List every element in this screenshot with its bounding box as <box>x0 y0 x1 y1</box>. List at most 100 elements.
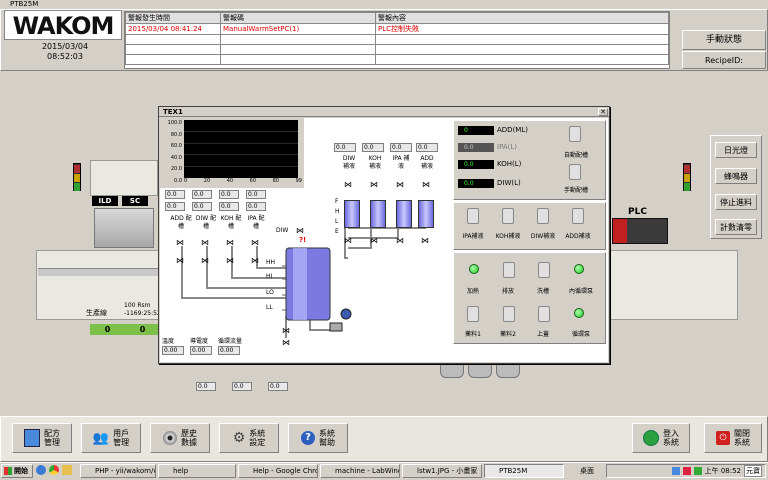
settings-button[interactable]: ⚙ 系統 設定 <box>219 423 279 453</box>
add-refill-switch[interactable] <box>572 208 584 224</box>
valve-icon[interactable]: ⋈ <box>176 256 184 265</box>
readout-add-value: 0 <box>458 125 494 135</box>
date-text: 2015/03/04 <box>41 42 89 51</box>
ipa-refill-switch[interactable] <box>467 208 479 224</box>
folder-icon[interactable] <box>62 465 72 475</box>
supply-value[interactable]: 0.0 <box>390 143 412 152</box>
chrome-icon[interactable] <box>49 465 59 475</box>
level-ll: LL <box>266 304 273 311</box>
valve-icon[interactable]: ⋈ <box>226 238 234 247</box>
conductivity-value[interactable]: 0.00 <box>190 346 212 355</box>
tray-icon[interactable] <box>682 467 691 475</box>
valve-icon[interactable]: ⋈ <box>421 236 429 245</box>
recipe-id-label: RecipeID: <box>705 55 743 65</box>
valve-icon[interactable]: ⋈ <box>282 326 290 335</box>
temp-label: 溫度 <box>162 338 175 345</box>
users-button[interactable]: 👥 用戶 管理 <box>81 423 141 453</box>
alarm-content-cell: PLC控制失敗 <box>375 23 669 35</box>
valve-icon[interactable]: ⋈ <box>422 180 430 189</box>
dialog-title: TEX1 <box>163 108 183 116</box>
level-hh: HH <box>266 259 276 266</box>
alarm-code-cell: ManualWarmSetPC(1) <box>220 23 376 35</box>
buzzer-button[interactable]: 蜂鳴器 <box>715 168 757 184</box>
chem1-switch[interactable] <box>467 306 479 322</box>
stop-feed-button[interactable]: 停止進料 <box>715 194 757 210</box>
valve-icon[interactable]: ⋈ <box>176 238 184 247</box>
dialog-titlebar[interactable]: TEX1 <box>159 107 609 117</box>
inner-pump-label: 內循環泵 <box>568 288 593 295</box>
taskbar-item[interactable]: help <box>158 464 236 478</box>
logo: WAKOM <box>4 10 122 40</box>
valve-icon[interactable]: ⋈ <box>370 180 378 189</box>
conductivity-label: 導電度 <box>190 338 209 345</box>
taskbar-item[interactable]: PHP - yii/wakom/we... <box>80 464 156 478</box>
readout-koh-label: KOH(L) <box>497 160 522 168</box>
ime-indicator[interactable]: 元寶 <box>744 465 762 477</box>
readout-ipa-label: IPA(L) <box>497 143 517 151</box>
dialog-close-button[interactable]: ✕ <box>598 108 608 116</box>
alarm-header-row: 警報發生時間 警報碼 警報內容 <box>125 12 669 24</box>
circ-pump-led[interactable] <box>574 308 584 318</box>
wash-switch[interactable] <box>538 262 550 278</box>
alarm-col-time[interactable]: 警報發生時間 <box>125 12 221 24</box>
diw-refill-switch[interactable] <box>537 208 549 224</box>
level-f: F <box>335 198 339 205</box>
pump <box>329 308 352 332</box>
inner-pump-led[interactable] <box>574 264 584 274</box>
lid-switch[interactable] <box>538 306 550 322</box>
chem2-switch[interactable] <box>503 306 515 322</box>
heat-led[interactable] <box>469 264 479 274</box>
light-button[interactable]: 日光燈 <box>715 142 757 158</box>
valve-icon[interactable]: ⋈ <box>344 236 352 245</box>
auto-mix-switch[interactable] <box>569 126 581 142</box>
valve-icon[interactable]: ⋈ <box>282 338 290 347</box>
ie-icon[interactable] <box>36 465 46 475</box>
alarm-table[interactable]: 警報發生時間 警報碼 警報內容 2015/03/04 08:41:24 Manu… <box>125 12 669 65</box>
taskbar-item-active[interactable]: PTB25M <box>484 464 564 478</box>
value-field[interactable]: 0.0 <box>232 382 252 391</box>
help-button[interactable]: ? 系統 幫助 <box>288 423 348 453</box>
valve-icon[interactable]: ⋈ <box>251 238 259 247</box>
clock[interactable]: 上午 08:52 <box>705 466 741 476</box>
flow-value[interactable]: 0.00 <box>218 346 240 355</box>
taskbar-item[interactable]: Help - Google Chro... <box>238 464 318 478</box>
valve-icon[interactable]: ⋈ <box>201 256 209 265</box>
tray-icon[interactable] <box>671 467 680 475</box>
alarm-time-cell: 2015/03/04 08:41:24 <box>125 23 221 35</box>
alarm-col-content[interactable]: 警報內容 <box>375 12 669 24</box>
taskbar-item[interactable]: machine - LabWind... <box>320 464 400 478</box>
login-button[interactable]: 登入 系統 <box>632 423 690 453</box>
settings-icon: ⚙ <box>232 429 246 446</box>
temp-value[interactable]: 0.00 <box>162 346 184 355</box>
manual-mix-switch[interactable] <box>569 164 581 180</box>
supply-tank-diw <box>344 200 360 228</box>
supply-value[interactable]: 0.0 <box>334 143 356 152</box>
reset-count-button[interactable]: 計數清零 <box>715 219 757 235</box>
supply-value[interactable]: 0.0 <box>362 143 384 152</box>
valve-icon[interactable]: ⋈ <box>201 238 209 247</box>
valve-icon[interactable]: ⋈ <box>226 256 234 265</box>
valve-icon[interactable]: ⋈ <box>370 236 378 245</box>
valve-icon[interactable]: ⋈ <box>396 180 404 189</box>
alarm-col-code[interactable]: 警報碼 <box>220 12 376 24</box>
value-field[interactable]: 0.0 <box>268 382 288 391</box>
system-tray: 上午 08:52 元寶 <box>606 464 766 478</box>
valve-icon[interactable]: ⋈ <box>251 256 259 265</box>
start-button[interactable]: 開始 <box>1 464 33 478</box>
readout-row: 0 ADD(ML) <box>458 125 528 135</box>
history-button[interactable]: 歷史 數據 <box>150 423 210 453</box>
desktop-toolbar[interactable]: 桌面 <box>580 465 594 477</box>
valve-icon[interactable]: ⋈ <box>296 226 304 235</box>
supply-tank-ipa <box>396 200 412 228</box>
tray-icon[interactable] <box>693 467 702 475</box>
koh-refill-switch[interactable] <box>502 208 514 224</box>
shutdown-button[interactable]: ⏻ 關閉 系統 <box>704 423 762 453</box>
recipe-button[interactable]: 配方 管理 <box>12 423 72 453</box>
valve-icon[interactable]: ⋈ <box>396 236 404 245</box>
value-field[interactable]: 0.0 <box>196 382 216 391</box>
taskbar-item[interactable]: lstw1.JPG - 小畫家 <box>402 464 482 478</box>
valve-icon[interactable]: ⋈ <box>344 180 352 189</box>
supply-value[interactable]: 0.0 <box>416 143 438 152</box>
drain-switch[interactable] <box>503 262 515 278</box>
table-row[interactable]: 2015/03/04 08:41:24 ManualWarmSetPC(1) P… <box>125 23 669 35</box>
